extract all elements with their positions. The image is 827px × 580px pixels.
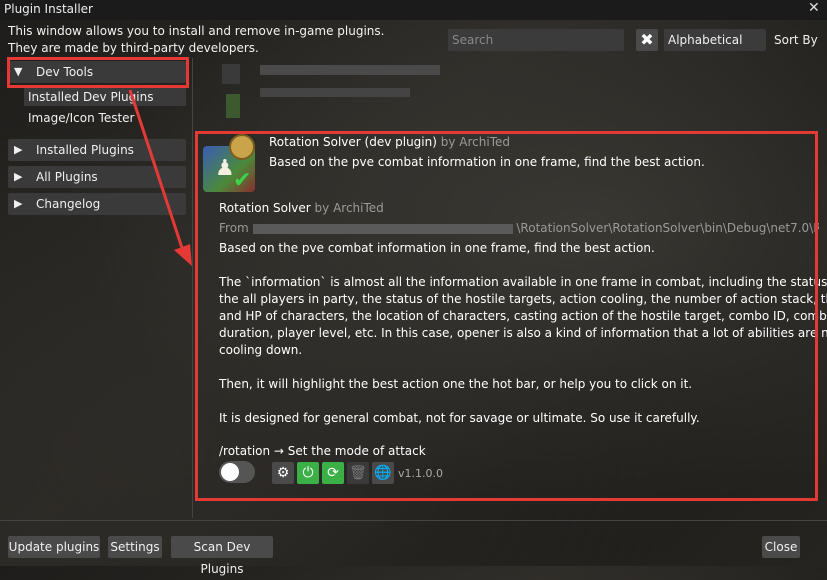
update-plugins-button[interactable]: Update plugins xyxy=(8,536,100,558)
clear-search-button[interactable]: ✖ xyxy=(636,29,658,51)
triangle-right-icon: ▶ xyxy=(14,170,23,183)
category-all-plugins[interactable]: ▶ All Plugins xyxy=(8,166,186,188)
category-installed-plugins[interactable]: ▶ Installed Plugins xyxy=(8,139,186,161)
category-label: All Plugins xyxy=(36,170,98,184)
triangle-right-icon: ▶ xyxy=(14,143,23,156)
close-button[interactable]: Close xyxy=(762,536,800,558)
sort-select[interactable]: Alphabetical xyxy=(664,29,766,51)
annotation-highlight-plugin xyxy=(195,131,818,501)
intro-line-1: This window allows you to install and re… xyxy=(8,24,385,38)
triangle-right-icon: ▶ xyxy=(14,197,23,210)
category-changelog[interactable]: ▶ Changelog xyxy=(8,193,186,215)
scan-dev-plugins-button[interactable]: Scan Dev Plugins xyxy=(171,536,273,576)
footer-divider xyxy=(0,520,827,521)
settings-button[interactable]: Settings xyxy=(108,536,162,558)
intro-line-2: They are made by third-party developers. xyxy=(8,41,259,55)
sort-by-label: Sort By xyxy=(774,33,818,47)
redacted-text-block xyxy=(260,88,410,97)
sidebar-item-installed-dev-plugins[interactable]: Installed Dev Plugins xyxy=(24,88,186,106)
title-bar: Plugin Installer ✕ xyxy=(0,0,827,20)
search-input[interactable] xyxy=(448,29,624,51)
redacted-icon-block xyxy=(226,94,240,118)
window-close-icon[interactable]: ✕ xyxy=(808,0,820,16)
category-label: Changelog xyxy=(36,197,101,211)
window-title: Plugin Installer xyxy=(4,2,93,16)
redacted-text-block xyxy=(260,65,440,75)
category-label: Installed Plugins xyxy=(36,143,134,157)
annotation-highlight-dev-tools xyxy=(7,57,189,88)
panel-divider xyxy=(192,58,193,518)
redacted-icon-block xyxy=(222,64,240,84)
sidebar-item-image-icon-tester[interactable]: Image/Icon Tester xyxy=(24,109,186,127)
